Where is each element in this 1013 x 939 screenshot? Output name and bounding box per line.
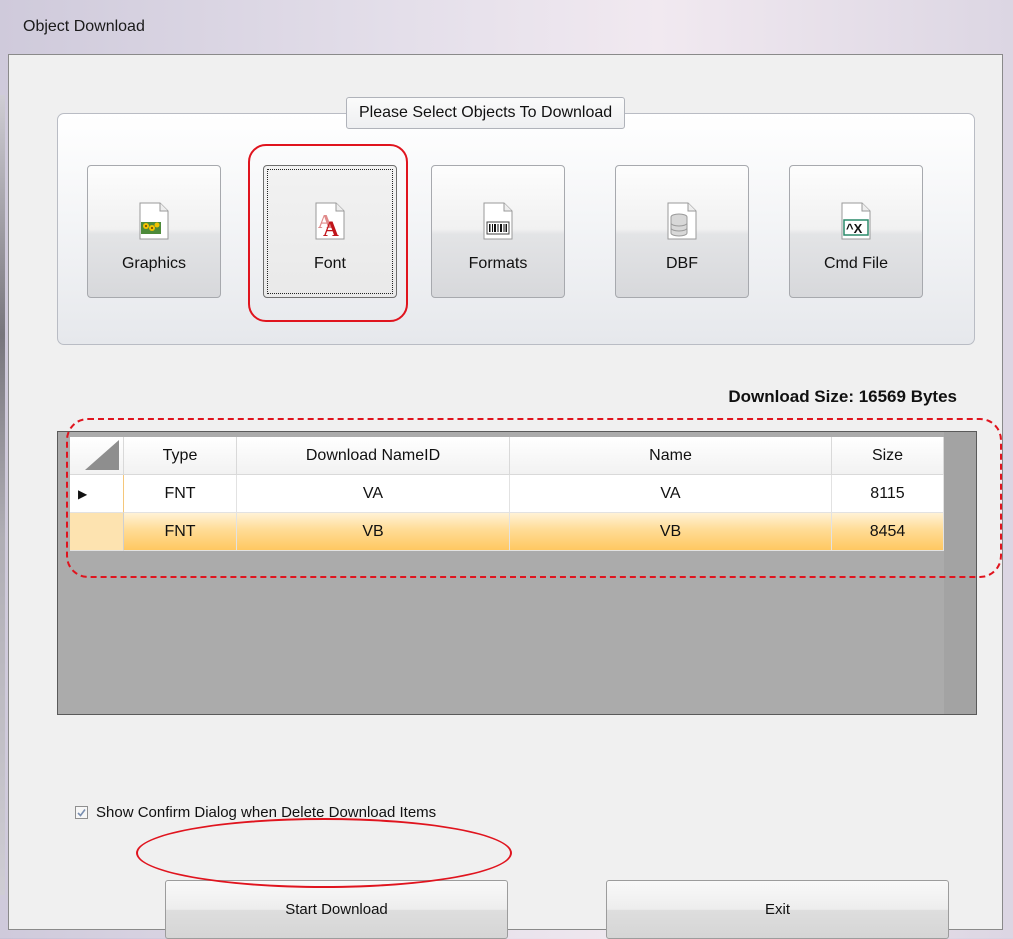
window-title: Object Download	[23, 18, 145, 35]
table-row[interactable]: FNT VB VB 8454	[70, 513, 944, 551]
column-header-type[interactable]: Type	[124, 437, 237, 475]
confirm-delete-checkbox[interactable]: Show Confirm Dialog when Delete Download…	[75, 804, 436, 821]
cmd-file-button[interactable]: ^X Cmd File	[789, 165, 923, 298]
window-edge-shadow	[0, 95, 5, 895]
cell-download-nameid[interactable]: VA	[237, 475, 510, 513]
column-header-name[interactable]: Name	[510, 437, 832, 475]
cell-size[interactable]: 8115	[832, 475, 944, 513]
corner-triangle-icon	[85, 440, 119, 470]
command-file-icon: ^X	[841, 202, 871, 240]
cell-name[interactable]: VB	[510, 513, 832, 551]
download-items-grid[interactable]: Type Download NameID Name Size ▶ FNT VA …	[57, 431, 977, 715]
row-pointer-icon: ▶	[78, 486, 88, 501]
graphics-file-icon	[139, 202, 169, 240]
checkbox-label: Show Confirm Dialog when Delete Download…	[96, 804, 437, 821]
select-all-corner[interactable]	[70, 437, 124, 475]
checkmark-icon	[77, 809, 86, 817]
column-header-size[interactable]: Size	[832, 437, 944, 475]
row-header[interactable]	[70, 513, 124, 551]
cmd-file-label: Cmd File	[823, 255, 888, 272]
graphics-button[interactable]: Graphics	[87, 165, 221, 298]
cell-type[interactable]: FNT	[124, 513, 237, 551]
column-header-download-nameid[interactable]: Download NameID	[237, 437, 510, 475]
checkbox-box[interactable]	[75, 806, 88, 819]
grid-empty-right-area	[944, 432, 976, 714]
font-label: Font	[313, 255, 346, 272]
object-download-window: Object Download Please Select Objects To…	[0, 0, 1013, 939]
table-row[interactable]: ▶ FNT VA VA 8115	[70, 475, 944, 513]
database-file-icon	[667, 202, 697, 240]
formats-label: Formats	[468, 255, 528, 272]
cell-name[interactable]: VA	[510, 475, 832, 513]
dbf-label: DBF	[666, 255, 698, 272]
font-button[interactable]: A A Font	[263, 165, 397, 298]
dialog-client-area: Please Select Objects To Download Graphi…	[8, 54, 1003, 939]
graphics-label: Graphics	[121, 255, 187, 272]
svg-text:A: A	[323, 216, 339, 240]
formats-button[interactable]: Formats	[431, 165, 565, 298]
svg-text:^X: ^X	[846, 221, 863, 236]
barcode-file-icon	[483, 202, 513, 240]
exit-button[interactable]: Exit	[606, 880, 949, 939]
cell-size[interactable]: 8454	[832, 513, 944, 551]
dbf-button[interactable]: DBF	[615, 165, 749, 298]
cell-type[interactable]: FNT	[124, 475, 237, 513]
grid-header-row: Type Download NameID Name Size	[70, 437, 944, 475]
groupbox-title: Please Select Objects To Download	[346, 97, 626, 129]
start-download-button[interactable]: Start Download	[165, 880, 508, 939]
font-file-icon: A A	[315, 202, 345, 240]
current-row-indicator[interactable]: ▶	[70, 475, 124, 513]
download-size-label: Download Size: 16569 Bytes	[728, 387, 957, 406]
cell-download-nameid[interactable]: VB	[237, 513, 510, 551]
